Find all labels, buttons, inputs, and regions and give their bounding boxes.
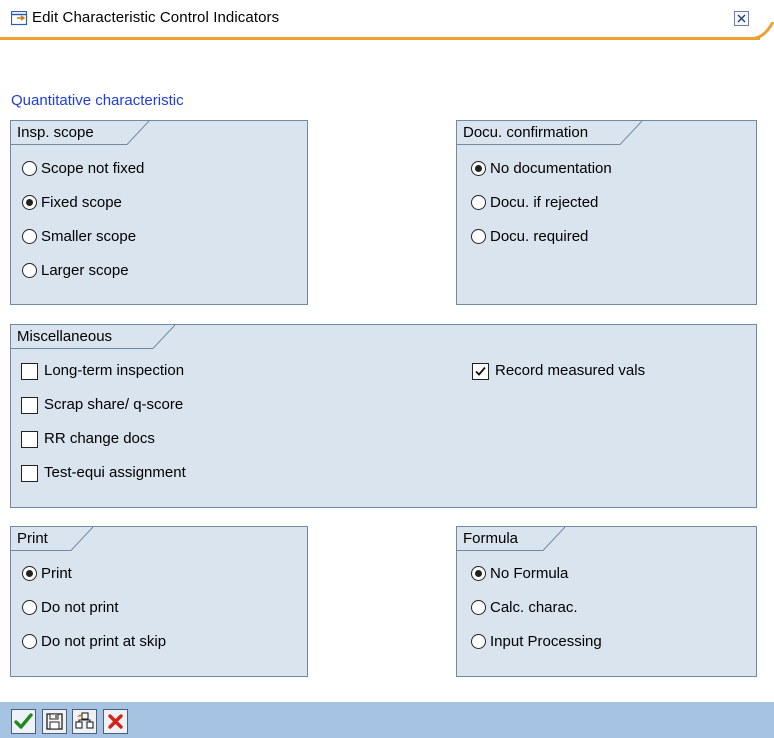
continue-button[interactable] (11, 709, 36, 734)
checkbox-box[interactable] (21, 465, 38, 482)
group-title-tab: Formula (457, 527, 569, 551)
checkmark-icon (475, 366, 486, 376)
radio-label: Docu. if rejected (490, 194, 599, 211)
radio-label: Calc. charac. (490, 599, 578, 616)
radio-label: Print (41, 565, 72, 582)
group-title-tab: Docu. confirmation (457, 121, 645, 145)
docu-confirmation-title: Docu. confirmation (463, 124, 589, 141)
radio-circle-selected[interactable] (471, 566, 486, 581)
title-line-curve (752, 22, 774, 40)
title-bar: Edit Characteristic Control Indicators (0, 0, 774, 36)
insp-scope-group: Insp. scope Scope not fixed Fixed scope … (10, 120, 308, 305)
radio-label: Input Processing (490, 633, 602, 650)
checkbox-box[interactable] (21, 431, 38, 448)
radio-label: No Formula (490, 565, 569, 582)
title-underline (0, 37, 760, 40)
group-title-tab: Insp. scope (11, 121, 151, 145)
hierarchy-icon (75, 712, 94, 729)
print-title: Print (17, 530, 48, 547)
print-group: Print Print Do not print Do not print at… (10, 526, 308, 677)
checkbox-label: Record measured vals (495, 362, 646, 379)
miscellaneous-title: Miscellaneous (17, 328, 113, 345)
radio-circle[interactable] (22, 263, 37, 278)
radio-circle[interactable] (22, 229, 37, 244)
checkbox-label: Scrap share/ q-score (44, 396, 184, 413)
group-title-tab: Print (11, 527, 95, 551)
radio-circle-selected[interactable] (22, 566, 37, 581)
checkmark-icon (14, 713, 33, 729)
radio-label: Scope not fixed (41, 160, 145, 177)
insp-scope-title: Insp. scope (17, 124, 94, 141)
radio-circle[interactable] (471, 600, 486, 615)
checkbox-label: Long-term inspection (44, 362, 185, 379)
radio-circle[interactable] (22, 161, 37, 176)
edit-window-icon (11, 11, 28, 26)
radio-label: Docu. required (490, 228, 589, 245)
close-button[interactable] (734, 11, 749, 26)
radio-label: Larger scope (41, 262, 129, 279)
radio-circle[interactable] (471, 634, 486, 649)
radio-label: Fixed scope (41, 194, 122, 211)
miscellaneous-group: Miscellaneous Long-term inspection Scrap… (10, 324, 757, 508)
radio-circle-selected[interactable] (471, 161, 486, 176)
hierarchy-button[interactable] (72, 709, 97, 734)
radio-label: Do not print at skip (41, 633, 167, 650)
radio-circle[interactable] (471, 195, 486, 210)
window-title: Edit Characteristic Control Indicators (32, 9, 280, 26)
close-icon (737, 14, 746, 23)
bottom-toolbar (0, 702, 774, 738)
checkbox-box-checked[interactable] (472, 363, 489, 380)
radio-label: Smaller scope (41, 228, 137, 245)
checkbox-box[interactable] (21, 363, 38, 380)
section-label: Quantitative characteristic (11, 92, 184, 109)
formula-title: Formula (463, 530, 519, 547)
radio-circle-selected[interactable] (22, 195, 37, 210)
radio-circle[interactable] (471, 229, 486, 244)
cancel-icon (108, 714, 123, 729)
docu-confirmation-group: Docu. confirmation No documentation Docu… (456, 120, 757, 305)
radio-circle[interactable] (22, 634, 37, 649)
save-icon (46, 713, 63, 730)
cancel-button[interactable] (103, 709, 128, 734)
checkbox-box[interactable] (21, 397, 38, 414)
checkbox-label: Test-equi assignment (44, 464, 186, 481)
formula-group: Formula No Formula Calc. charac. Input P… (456, 526, 757, 677)
radio-label: No documentation (490, 160, 612, 177)
checkbox-label: RR change docs (44, 430, 155, 447)
radio-circle[interactable] (22, 600, 37, 615)
save-button[interactable] (42, 709, 67, 734)
group-title-tab: Miscellaneous (11, 325, 179, 349)
radio-label: Do not print (41, 599, 119, 616)
